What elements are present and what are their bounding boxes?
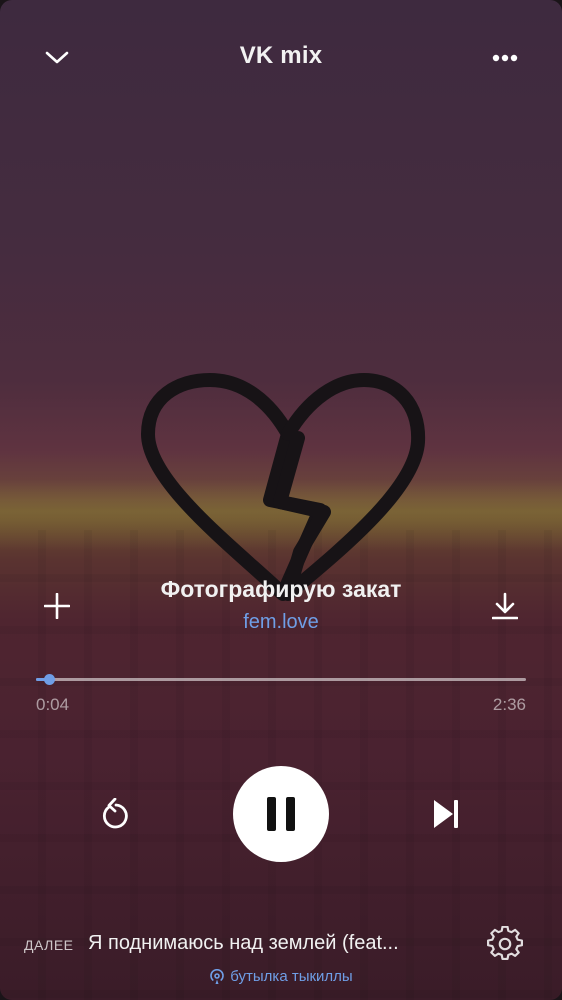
download-icon [492,592,518,620]
pause-icon [267,797,295,831]
next-track-button[interactable] [423,791,469,837]
pause-button[interactable] [233,766,329,862]
broadcast-text: бутылка тыкиллы [230,968,353,985]
progress-bar[interactable] [36,674,526,685]
elapsed-time: 0:04 [36,695,70,714]
track-artist-link[interactable]: fem.love [130,611,432,634]
gear-icon [487,926,523,961]
repeat-icon [102,798,128,829]
broken-heart-artwork [141,373,426,601]
player-screen: VK mix Фотографирую закат fem.love 0:04 … [0,0,562,1000]
download-button[interactable] [483,584,527,628]
playlist-title: VK mix [239,42,323,69]
chevron-down-icon [45,51,69,64]
progress-thumb[interactable] [43,674,55,685]
settings-button[interactable] [483,922,527,966]
add-to-library-button[interactable] [35,584,79,628]
next-track-title[interactable]: Я поднимаюсь над землей (feat... [88,932,448,955]
track-title: Фотографирую закат [160,576,402,602]
collapse-button[interactable] [35,36,79,80]
total-duration: 2:36 [492,695,526,714]
skip-next-icon [434,800,458,828]
next-up-label: ДАЛЕЕ [24,937,74,953]
repeat-button[interactable] [93,791,139,837]
more-horizontal-icon [492,54,518,62]
more-options-button[interactable] [483,36,527,80]
plus-icon [44,593,70,619]
broadcast-status[interactable]: бутылка тыкиллы [0,968,562,985]
broadcast-icon [209,968,225,985]
